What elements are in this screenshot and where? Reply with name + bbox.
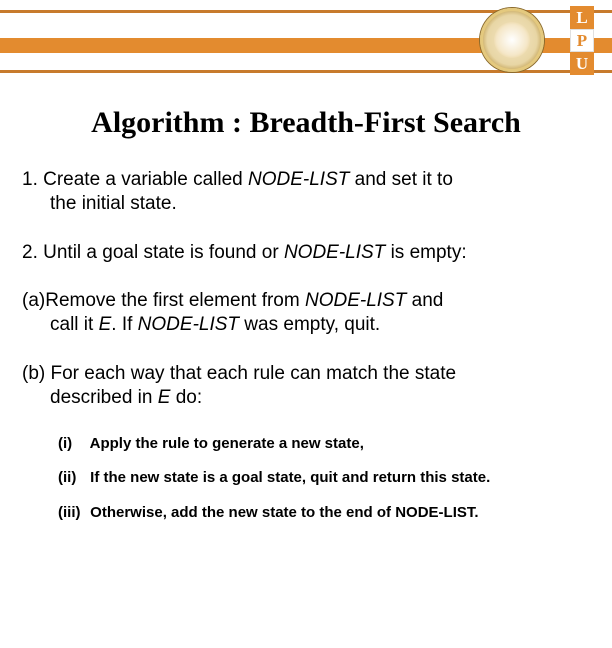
lpu-badge-p: P bbox=[570, 29, 594, 52]
lpu-badge-l: L bbox=[570, 6, 594, 29]
step1-cont: the initial state. bbox=[22, 192, 590, 216]
sub-b-varE: E bbox=[158, 387, 171, 408]
roman-i: (i) Apply the rule to generate a new sta… bbox=[58, 434, 590, 454]
step1-var: NODE-LIST bbox=[248, 169, 349, 190]
university-seal-icon bbox=[480, 8, 544, 72]
sub-b-line1: (b) For each way that each rule can matc… bbox=[22, 363, 456, 384]
roman-iii-num: (iii) bbox=[58, 503, 86, 523]
sub-a-varE: E bbox=[99, 314, 112, 335]
body-text: 1. Create a variable called NODE-LIST an… bbox=[22, 168, 590, 523]
sub-a-var2: NODE-LIST bbox=[138, 314, 239, 335]
roman-list: (i) Apply the rule to generate a new sta… bbox=[22, 434, 590, 523]
sub-a-cont-mid: . If bbox=[111, 314, 137, 335]
slide-title: Algorithm : Breadth-First Search bbox=[22, 106, 590, 140]
step2-var: NODE-LIST bbox=[284, 242, 385, 263]
slide-content: Algorithm : Breadth-First Search 1. Crea… bbox=[0, 76, 612, 523]
sub-a-cont-pre: call it bbox=[50, 314, 99, 335]
step1-mid: and set it to bbox=[349, 169, 453, 190]
roman-i-num: (i) bbox=[58, 434, 86, 454]
lpu-badge: L P U bbox=[570, 6, 594, 75]
roman-iii-text: Otherwise, add the new state to the end … bbox=[90, 504, 478, 521]
step-2: 2. Until a goal state is found or NODE-L… bbox=[22, 241, 590, 265]
step1-prefix: 1. Create a variable called bbox=[22, 169, 248, 190]
roman-iii: (iii) Otherwise, add the new state to th… bbox=[58, 503, 590, 523]
substep-b: (b) For each way that each rule can matc… bbox=[22, 362, 590, 411]
roman-ii-num: (ii) bbox=[58, 468, 86, 488]
sub-b-cont-post: do: bbox=[170, 387, 202, 408]
step2-prefix: 2. Until a goal state is found or bbox=[22, 242, 284, 263]
lpu-badge-u: U bbox=[570, 52, 594, 75]
sub-b-cont-pre: described in bbox=[50, 387, 158, 408]
slide-header: L P U bbox=[0, 0, 612, 76]
sub-a-mid: and bbox=[406, 290, 443, 311]
roman-ii-text: If the new state is a goal state, quit a… bbox=[90, 469, 490, 486]
roman-ii: (ii) If the new state is a goal state, q… bbox=[58, 468, 590, 488]
sub-a-var1: NODE-LIST bbox=[305, 290, 406, 311]
step2-suffix: is empty: bbox=[385, 242, 466, 263]
step-1: 1. Create a variable called NODE-LIST an… bbox=[22, 168, 590, 217]
roman-i-text: Apply the rule to generate a new state, bbox=[90, 435, 364, 452]
substep-a: (a)Remove the first element from NODE-LI… bbox=[22, 289, 590, 338]
sub-a-cont-post: was empty, quit. bbox=[239, 314, 380, 335]
sub-a-prefix: (a)Remove the first element from bbox=[22, 290, 305, 311]
